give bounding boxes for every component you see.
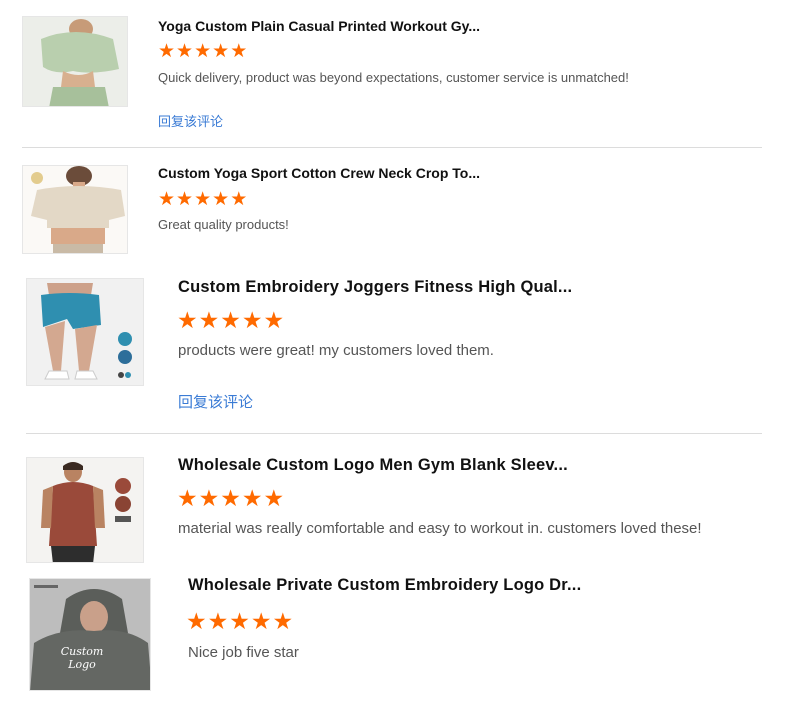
- reply-link[interactable]: 回复该评论: [158, 111, 223, 130]
- star-icon: ★: [194, 41, 212, 62]
- brown-tank-top-photo: [27, 458, 143, 562]
- star-icon: ★: [198, 485, 220, 511]
- star-icon: ★: [186, 608, 207, 634]
- grey-hoodie-photo: [30, 579, 150, 690]
- review-text: Great quality products!: [158, 217, 289, 232]
- product-image[interactable]: [26, 457, 144, 563]
- divider: [26, 433, 762, 434]
- product-image[interactable]: [22, 16, 128, 107]
- star-icon: ★: [220, 307, 241, 333]
- sage-crop-top-photo: [23, 17, 127, 106]
- star-icon: ★: [229, 608, 250, 634]
- star-icon: ★: [263, 485, 285, 511]
- product-image[interactable]: [22, 165, 128, 254]
- product-title[interactable]: Custom Embroidery Joggers Fitness High Q…: [178, 278, 572, 297]
- star-rating: ★ ★ ★ ★ ★: [186, 610, 294, 633]
- review-item: Custom Logo Wholesale Private Custom Emb…: [0, 570, 798, 700]
- star-icon: ★: [207, 608, 229, 634]
- review-text: Nice job five star: [188, 644, 299, 661]
- star-icon: ★: [212, 189, 230, 210]
- product-image[interactable]: Custom Logo: [29, 578, 151, 691]
- review-item: Custom Yoga Sport Cotton Crew Neck Crop …: [0, 150, 798, 260]
- review-text: Quick delivery, product was beyond expec…: [158, 70, 629, 85]
- star-icon: ★: [176, 189, 194, 210]
- star-rating: ★ ★ ★ ★ ★: [177, 309, 285, 332]
- product-image[interactable]: [26, 278, 144, 386]
- review-item: Yoga Custom Plain Casual Printed Workout…: [0, 0, 798, 148]
- review-item: Wholesale Custom Logo Men Gym Blank Slee…: [0, 448, 798, 568]
- star-icon: ★: [198, 307, 220, 333]
- star-icon: ★: [230, 41, 248, 62]
- star-icon: ★: [241, 485, 263, 511]
- star-icon: ★: [194, 189, 212, 210]
- review-text: material was really comfortable and easy…: [178, 520, 702, 537]
- star-rating: ★ ★ ★ ★ ★: [158, 190, 248, 209]
- product-title[interactable]: Yoga Custom Plain Casual Printed Workout…: [158, 18, 480, 34]
- star-icon: ★: [230, 189, 248, 210]
- star-icon: ★: [220, 485, 241, 511]
- star-icon: ★: [272, 608, 294, 634]
- star-icon: ★: [263, 307, 285, 333]
- star-icon: ★: [212, 41, 230, 62]
- reply-link[interactable]: 回复该评论: [178, 391, 253, 412]
- star-icon: ★: [158, 189, 176, 210]
- star-icon: ★: [176, 41, 194, 62]
- star-icon: ★: [250, 608, 272, 634]
- divider: [22, 147, 762, 148]
- star-icon: ★: [177, 307, 198, 333]
- star-icon: ★: [241, 307, 263, 333]
- star-rating: ★ ★ ★ ★ ★: [177, 487, 285, 510]
- review-item: Custom Embroidery Joggers Fitness High Q…: [0, 270, 798, 432]
- product-title[interactable]: Custom Yoga Sport Cotton Crew Neck Crop …: [158, 165, 480, 181]
- blue-shorts-photo: [27, 279, 143, 385]
- star-icon: ★: [158, 41, 176, 62]
- product-title[interactable]: Wholesale Custom Logo Men Gym Blank Slee…: [178, 456, 568, 475]
- review-text: products were great! my customers loved …: [178, 342, 494, 359]
- beige-crop-tee-photo: [23, 166, 127, 253]
- hoodie-logo-text: Custom Logo: [60, 645, 104, 671]
- star-icon: ★: [177, 485, 198, 511]
- product-title[interactable]: Wholesale Private Custom Embroidery Logo…: [188, 576, 581, 595]
- star-rating: ★ ★ ★ ★ ★: [158, 42, 248, 61]
